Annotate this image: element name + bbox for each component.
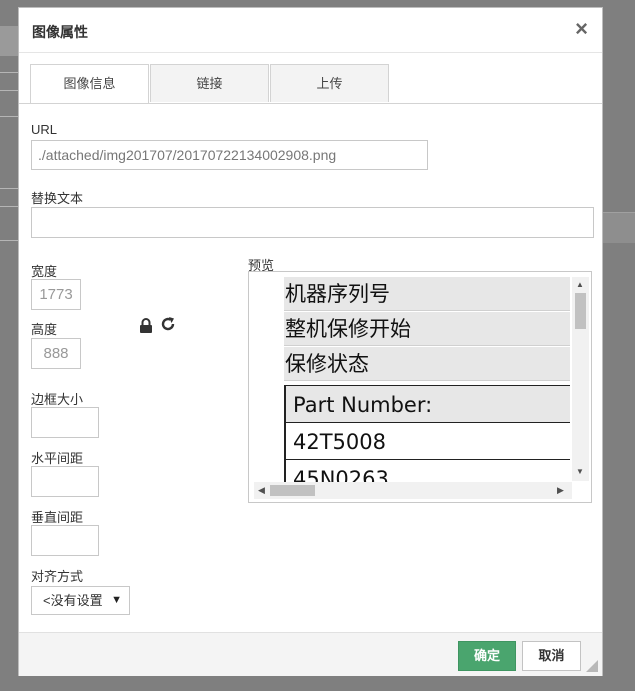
scroll-up-arrow-icon[interactable]: ▲ <box>576 280 584 290</box>
preview-line: 机器序列号 <box>284 277 570 311</box>
background-panel <box>603 212 635 243</box>
background-divider <box>0 240 18 241</box>
align-select[interactable]: <没有设置 ▼ <box>31 586 130 615</box>
background-divider <box>0 72 18 73</box>
close-icon[interactable]: × <box>575 17 588 41</box>
width-label: 宽度 <box>31 264 58 279</box>
dialog-footer: 确定 取消 <box>19 632 602 676</box>
dialog-titlebar[interactable]: 图像属性 × <box>19 8 602 53</box>
cancel-button[interactable]: 取消 <box>522 641 581 671</box>
border-size-input[interactable] <box>31 407 99 438</box>
hspace-input[interactable] <box>31 466 99 497</box>
caret-down-icon: ▼ <box>111 594 122 606</box>
vertical-scroll-thumb[interactable] <box>575 293 586 329</box>
tab-upload[interactable]: 上传 <box>270 64 389 102</box>
refresh-icon[interactable] <box>160 316 176 332</box>
scroll-down-arrow-icon[interactable]: ▼ <box>576 467 584 477</box>
dialog-title: 图像属性 <box>32 24 88 40</box>
background-divider <box>0 206 18 207</box>
width-input[interactable] <box>31 279 81 310</box>
image-properties-dialog: 图像属性 × 图像信息 链接 上传 URL 替换文本 宽度 高度 边框大小 水平… <box>18 7 603 676</box>
ok-button[interactable]: 确定 <box>458 641 516 671</box>
preview-line: 整机保修开始 <box>284 312 570 346</box>
preview-table-cell: 42T5008 <box>286 422 570 459</box>
resize-handle-icon[interactable] <box>586 660 598 672</box>
preview-pane[interactable]: 机器序列号 整机保修开始 保修状态 Part Number: 42T5008 4… <box>248 271 592 503</box>
horizontal-scroll-thumb[interactable] <box>270 485 315 496</box>
scroll-left-arrow-icon[interactable]: ◀ <box>258 485 265 496</box>
alt-text-input[interactable] <box>31 207 594 238</box>
preview-line: 保修状态 <box>284 347 570 381</box>
tab-link[interactable]: 链接 <box>150 64 269 102</box>
vspace-input[interactable] <box>31 525 99 556</box>
alt-text-label: 替换文本 <box>31 191 84 206</box>
tab-image-info[interactable]: 图像信息 <box>30 64 149 103</box>
height-label: 高度 <box>31 322 58 337</box>
vspace-label: 垂直间距 <box>31 510 84 525</box>
horizontal-scrollbar[interactable]: ◀ ▶ <box>254 482 572 499</box>
border-size-label: 边框大小 <box>31 392 84 407</box>
url-input[interactable] <box>31 140 428 170</box>
preview-table: Part Number: 42T5008 45N0263 <box>284 385 570 482</box>
align-select-value: <没有设置 <box>43 593 103 608</box>
preview-table-cell: 45N0263 <box>286 459 570 482</box>
background-divider <box>0 90 18 91</box>
background-divider <box>0 188 18 189</box>
url-label: URL <box>31 122 58 137</box>
height-input[interactable] <box>31 338 81 369</box>
vertical-scrollbar[interactable]: ▲ ▼ <box>572 277 589 481</box>
hspace-label: 水平间距 <box>31 451 84 466</box>
scroll-right-arrow-icon[interactable]: ▶ <box>557 485 564 496</box>
preview-image: 机器序列号 整机保修开始 保修状态 Part Number: 42T5008 4… <box>284 277 570 482</box>
lock-icon[interactable] <box>139 318 153 334</box>
background-divider <box>0 116 18 117</box>
preview-table-cell: Part Number: <box>286 385 570 422</box>
align-label: 对齐方式 <box>31 569 84 584</box>
background-strip <box>0 26 18 56</box>
tab-bar: 图像信息 链接 上传 <box>19 64 602 104</box>
